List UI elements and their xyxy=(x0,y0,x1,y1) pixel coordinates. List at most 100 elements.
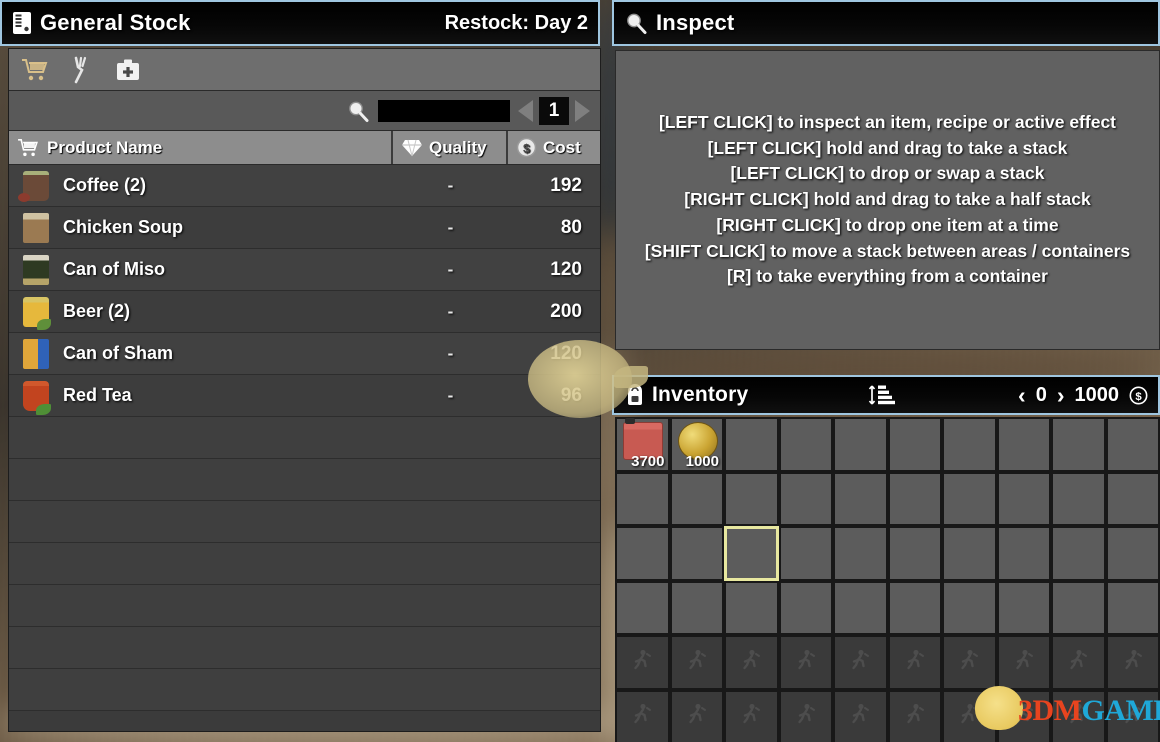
inventory-slot[interactable] xyxy=(996,580,1051,635)
table-row[interactable]: Red Tea - 96 xyxy=(9,375,600,417)
inventory-slot[interactable] xyxy=(778,417,833,472)
inventory-slot[interactable] xyxy=(669,471,724,526)
empty-row[interactable] xyxy=(9,501,600,543)
watermark-mascot-icon xyxy=(975,686,1023,730)
inventory-slot-locked[interactable] xyxy=(778,635,833,690)
inventory-slot[interactable] xyxy=(724,526,779,581)
inventory-slot-locked[interactable] xyxy=(942,635,997,690)
empty-row[interactable] xyxy=(9,627,600,669)
empty-row[interactable] xyxy=(9,459,600,501)
inventory-slot[interactable] xyxy=(942,471,997,526)
inventory-slot[interactable]: 3700 xyxy=(615,417,670,472)
inventory-slot[interactable] xyxy=(1051,471,1106,526)
inventory-slot-locked[interactable] xyxy=(1105,689,1160,742)
inventory-slot-locked[interactable] xyxy=(724,635,779,690)
inventory-slot[interactable] xyxy=(833,580,888,635)
inventory-slot-locked[interactable] xyxy=(887,689,942,742)
inventory-slot[interactable] xyxy=(1105,417,1160,472)
stock-title-text: General Stock xyxy=(40,10,191,35)
runner-icon xyxy=(903,702,927,731)
next-page-button[interactable] xyxy=(575,99,590,122)
inventory-slot[interactable] xyxy=(942,580,997,635)
product-cost: 192 xyxy=(550,174,582,196)
inspect-hint-line: [LEFT CLICK] to drop or swap a stack xyxy=(730,163,1045,184)
inventory-slot[interactable] xyxy=(887,417,942,472)
stock-category-tabs xyxy=(9,49,600,91)
inventory-slot-locked[interactable] xyxy=(833,635,888,690)
search-input[interactable] xyxy=(378,99,510,122)
inventory-slot-locked[interactable] xyxy=(724,689,779,742)
table-row[interactable]: Coffee (2) - 192 xyxy=(9,165,600,207)
inventory-slot-locked[interactable] xyxy=(615,635,670,690)
inventory-slot-locked[interactable] xyxy=(1051,689,1106,742)
column-header-quality[interactable]: Quality xyxy=(393,131,508,164)
inventory-slot[interactable] xyxy=(615,580,670,635)
inventory-slot[interactable] xyxy=(1105,526,1160,581)
inventory-slot[interactable] xyxy=(778,471,833,526)
column-header-cost[interactable]: $ Cost xyxy=(508,131,600,164)
inventory-slot[interactable] xyxy=(887,526,942,581)
inventory-slot[interactable] xyxy=(669,580,724,635)
column-header-product-name[interactable]: Product Name xyxy=(9,131,393,164)
inventory-slot[interactable] xyxy=(942,417,997,472)
inventory-slot[interactable] xyxy=(833,526,888,581)
empty-row[interactable] xyxy=(9,417,600,459)
inventory-slot[interactable] xyxy=(724,417,779,472)
table-row[interactable]: Beer (2) - 200 xyxy=(9,291,600,333)
inventory-slot[interactable] xyxy=(1051,417,1106,472)
table-row[interactable]: Chicken Soup - 80 xyxy=(9,207,600,249)
inventory-slot-locked[interactable] xyxy=(887,635,942,690)
inventory-slot[interactable] xyxy=(942,526,997,581)
product-quality: - xyxy=(447,259,454,279)
inventory-slot-locked[interactable] xyxy=(615,689,670,742)
inventory-slot-locked[interactable] xyxy=(669,689,724,742)
inventory-slot[interactable] xyxy=(1105,471,1160,526)
search-icon xyxy=(346,99,370,123)
inventory-slot[interactable] xyxy=(669,526,724,581)
inventory-slot-locked[interactable] xyxy=(669,635,724,690)
tab-food-fork-icon[interactable] xyxy=(67,55,97,85)
currency-icon: $ xyxy=(1129,386,1148,405)
empty-row[interactable] xyxy=(9,543,600,585)
empty-row[interactable] xyxy=(9,585,600,627)
inventory-slot[interactable] xyxy=(996,417,1051,472)
tab-medkit-icon[interactable] xyxy=(113,55,143,85)
table-row[interactable]: Can of Miso - 120 xyxy=(9,249,600,291)
inventory-slot[interactable] xyxy=(724,471,779,526)
inventory-slot[interactable] xyxy=(887,471,942,526)
inventory-slot[interactable]: 1000 xyxy=(669,417,724,472)
inventory-slot[interactable] xyxy=(1051,526,1106,581)
product-name: Coffee (2) xyxy=(63,175,147,195)
inventory-slot[interactable] xyxy=(1105,580,1160,635)
prev-page-button[interactable] xyxy=(518,99,533,122)
inventory-slot[interactable] xyxy=(887,580,942,635)
inventory-slot[interactable] xyxy=(833,471,888,526)
inventory-slot[interactable] xyxy=(724,580,779,635)
inventory-slot[interactable] xyxy=(996,526,1051,581)
inventory-slot-locked[interactable] xyxy=(833,689,888,742)
tab-shopping-cart-icon[interactable] xyxy=(21,55,51,85)
product-quality: - xyxy=(447,217,454,237)
runner-icon xyxy=(794,702,818,731)
inventory-slot[interactable] xyxy=(996,471,1051,526)
coin-dollar-icon: $ xyxy=(516,137,537,158)
inventory-slot-locked[interactable] xyxy=(1051,635,1106,690)
inventory-slot[interactable] xyxy=(1051,580,1106,635)
inventory-slot[interactable] xyxy=(833,417,888,472)
inventory-slot[interactable] xyxy=(778,580,833,635)
inventory-slot[interactable] xyxy=(615,471,670,526)
inventory-prev-button[interactable]: ‹ xyxy=(1018,382,1026,409)
inventory-slot-locked[interactable] xyxy=(996,635,1051,690)
runner-icon xyxy=(794,648,818,677)
sort-icon[interactable] xyxy=(868,382,898,408)
inventory-slot[interactable] xyxy=(615,526,670,581)
inventory-slot-locked[interactable] xyxy=(1105,635,1160,690)
inventory-slot-locked[interactable] xyxy=(778,689,833,742)
runner-icon xyxy=(848,648,872,677)
inventory-slot[interactable] xyxy=(778,526,833,581)
table-row[interactable]: Can of Sham - 120 xyxy=(9,333,600,375)
runner-icon xyxy=(630,702,654,731)
product-icon xyxy=(9,376,63,416)
inventory-next-button[interactable]: › xyxy=(1057,382,1065,409)
empty-row[interactable] xyxy=(9,669,600,711)
